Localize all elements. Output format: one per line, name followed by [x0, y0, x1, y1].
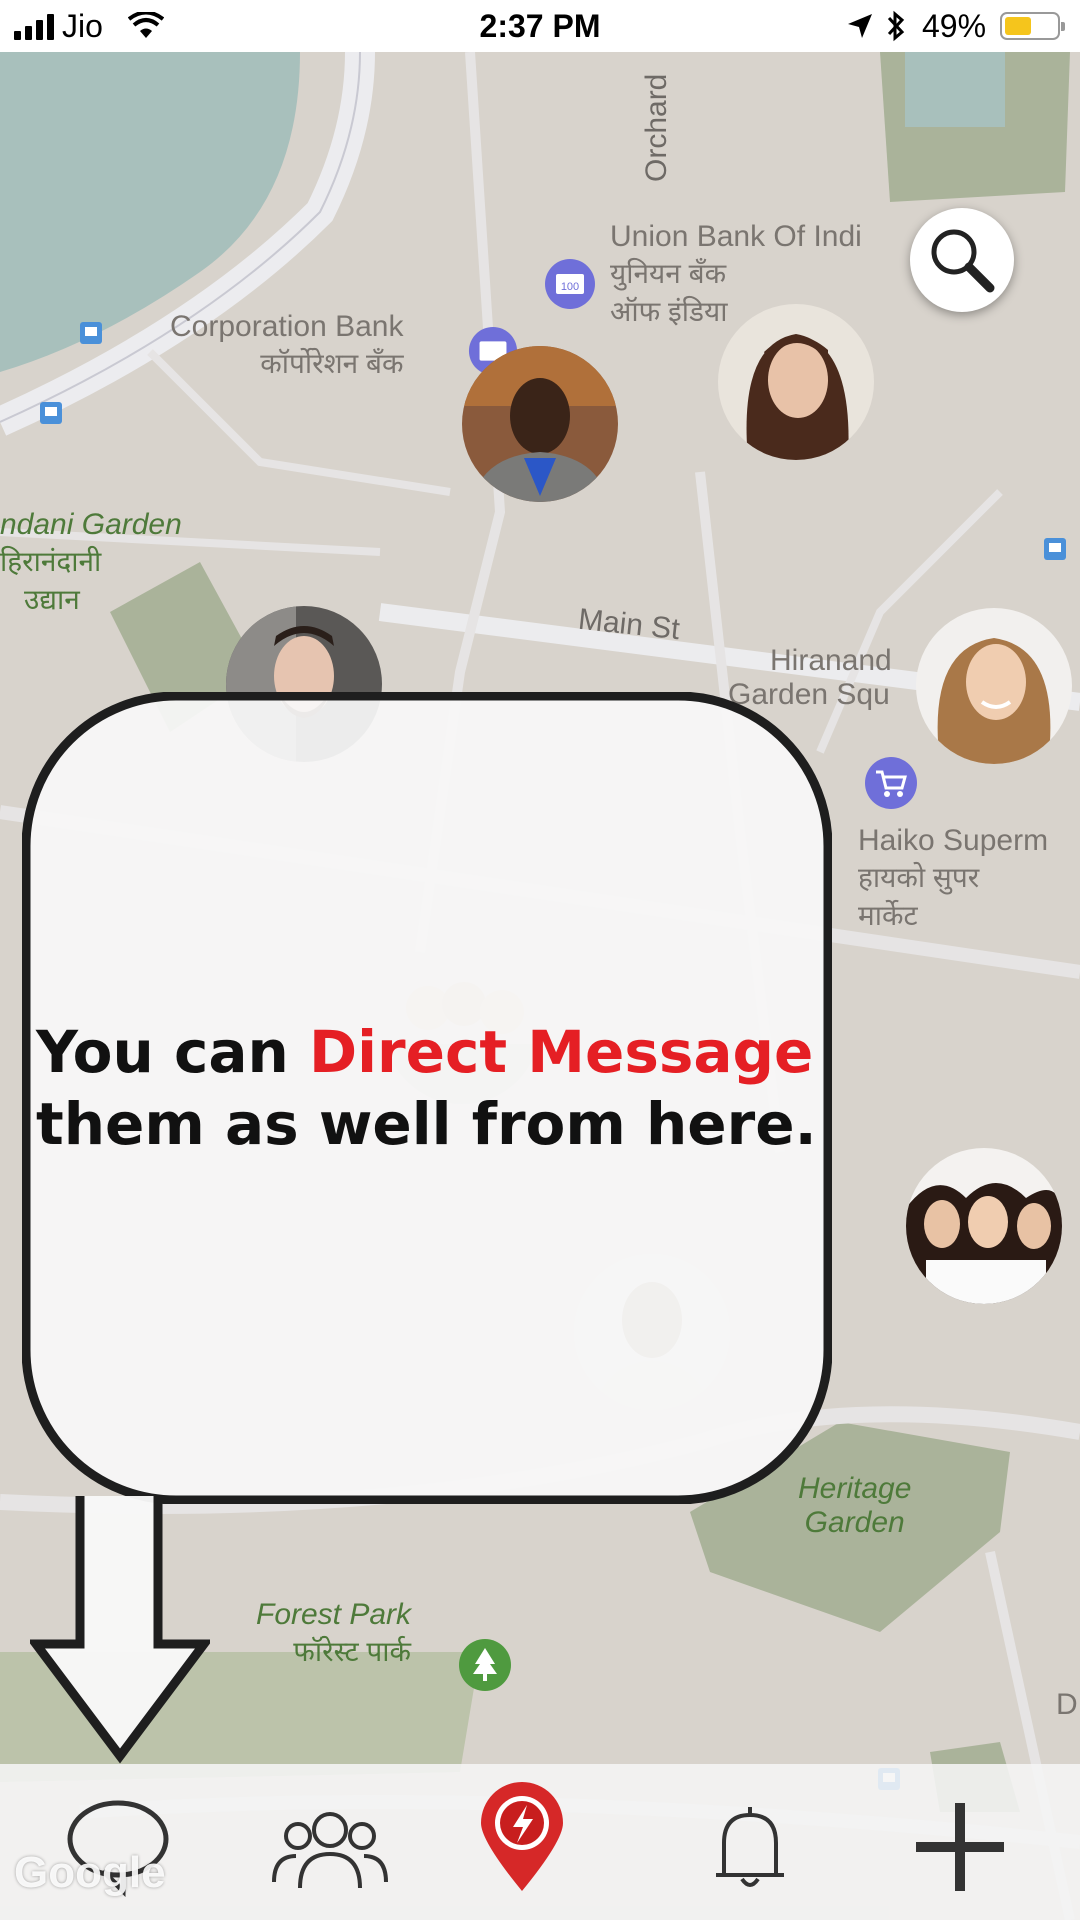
user-avatar-group-women[interactable]	[906, 1148, 1062, 1304]
map-label-nandani-garden: ndani Garden हिरानंदानी उद्यान	[0, 508, 182, 615]
bluetooth-icon	[887, 10, 905, 42]
atm-icon[interactable]: 100	[544, 258, 596, 310]
tab-people[interactable]	[270, 1792, 390, 1902]
callout-line2: them as well from here.	[36, 1090, 817, 1158]
bus-stop-icon[interactable]	[1044, 538, 1066, 560]
map-label-haiko: Haiko Superm हायको सुपर मार्केट	[858, 824, 1049, 931]
callout-line1-prefix: You can	[36, 1018, 310, 1086]
map-pin-bolt-icon	[481, 1782, 563, 1891]
google-map-attribution: Google	[14, 1848, 166, 1897]
map-label-d: D	[1056, 1688, 1078, 1721]
map-label-forest-park: Forest Park फॉरेस्ट पार्क	[256, 1598, 412, 1667]
people-icon	[272, 1812, 388, 1889]
tab-notifications[interactable]	[690, 1792, 810, 1902]
bus-stop-icon[interactable]	[40, 402, 62, 424]
tab-map-home[interactable]	[462, 1782, 582, 1892]
search-button[interactable]	[910, 208, 1014, 312]
shopping-cart-icon[interactable]	[864, 756, 918, 810]
search-icon	[931, 229, 995, 293]
user-avatar-man-sweater[interactable]	[462, 346, 618, 502]
down-arrow-pointer	[30, 1496, 210, 1764]
user-avatar-woman-smiling[interactable]	[916, 608, 1072, 764]
plus-icon	[916, 1803, 1004, 1891]
bell-icon	[716, 1807, 784, 1887]
svg-text:100: 100	[561, 281, 579, 293]
battery-percent: 49%	[922, 8, 987, 44]
user-avatar-woman-brunette[interactable]	[718, 304, 874, 460]
bus-stop-icon[interactable]	[80, 322, 102, 344]
tutorial-callout-text: You can Direct Message them as well from…	[36, 1016, 836, 1160]
tab-add[interactable]	[900, 1792, 1020, 1902]
tree-icon[interactable]	[458, 1638, 512, 1692]
callout-highlight: Direct Message	[309, 1018, 814, 1086]
map-label-orchard: Orchard	[640, 73, 673, 182]
location-arrow-icon	[848, 14, 872, 38]
map-label-corporation-bank: Corporation Bank कॉर्पोरेशन बँक	[170, 310, 404, 379]
battery-icon	[1000, 12, 1065, 40]
status-bar: Jio 2:37 PM 49%	[0, 0, 1080, 52]
status-time: 2:37 PM	[479, 8, 601, 44]
